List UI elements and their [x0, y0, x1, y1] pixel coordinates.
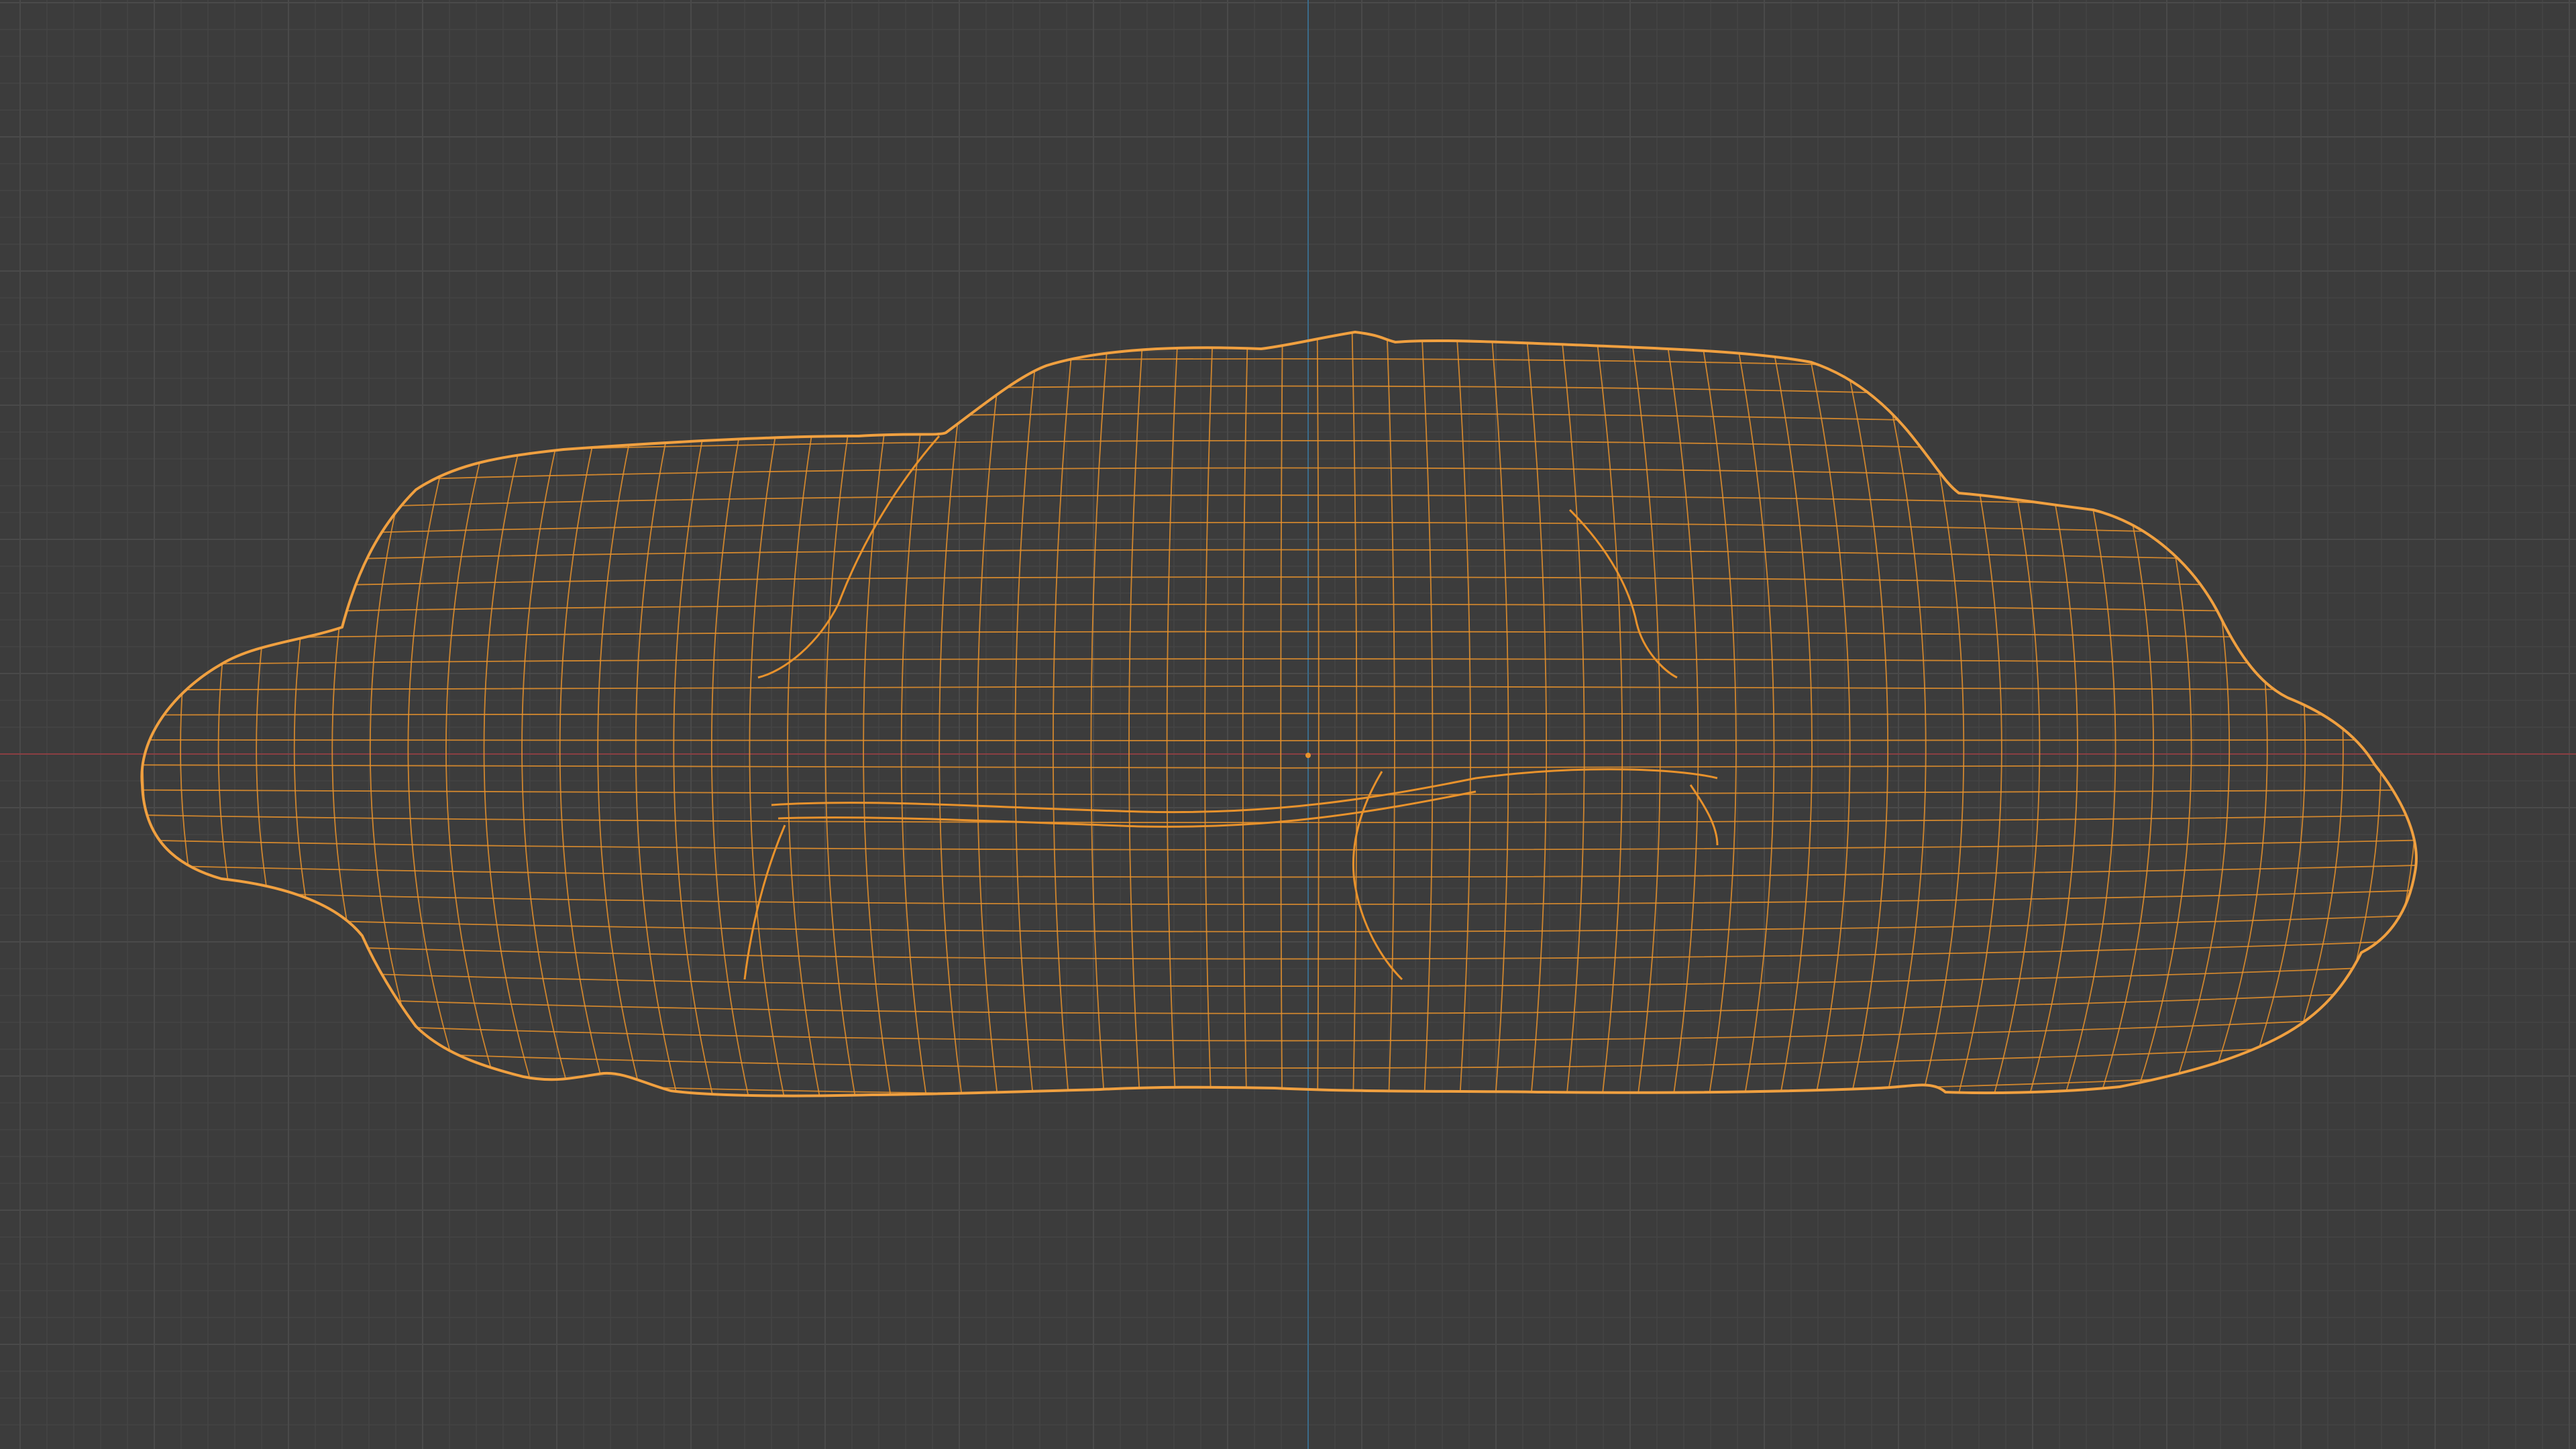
mesh-edge-loop-vertical: [1386, 332, 1395, 1096]
3d-viewport[interactable]: [0, 0, 2576, 1449]
mesh-edge-loop-vertical: [1242, 332, 1248, 1096]
mesh-edge-loop-vertical: [1525, 332, 1548, 1096]
mesh-edge-loop-vertical: [1204, 332, 1214, 1096]
object-origin-dot[interactable]: [1305, 753, 1311, 758]
mesh-edge-loop-vertical: [1456, 332, 1471, 1096]
mesh-edges: [142, 332, 2416, 1096]
mesh-crease-edge: [771, 768, 1718, 814]
wireframe-mesh[interactable]: [105, 305, 2457, 1123]
mesh-edge-loop-vertical: [1128, 332, 1144, 1096]
floor-grid-minor: [0, 0, 2576, 1449]
mesh-edge-loop-vertical: [1316, 332, 1320, 1096]
mesh-crease-edge: [1568, 508, 1678, 679]
mesh-edge-loop-vertical: [2360, 332, 2416, 1096]
mesh-crease-lines: [743, 435, 1719, 981]
mesh-edge-loop-vertical: [1491, 332, 1509, 1096]
mesh-edge-loop-vertical: [1421, 332, 1434, 1096]
viewport-canvas[interactable]: [0, 0, 2576, 1449]
mesh-edge-loop-vertical: [1351, 332, 1358, 1096]
mesh-edge-loop-vertical: [2325, 332, 2416, 1096]
mesh-crease-edge: [757, 435, 941, 679]
mesh-edge-loop-vertical: [1014, 332, 1040, 1096]
mesh-edge-loop-vertical: [1166, 332, 1179, 1096]
mesh-edge-loop-vertical: [1052, 332, 1075, 1096]
